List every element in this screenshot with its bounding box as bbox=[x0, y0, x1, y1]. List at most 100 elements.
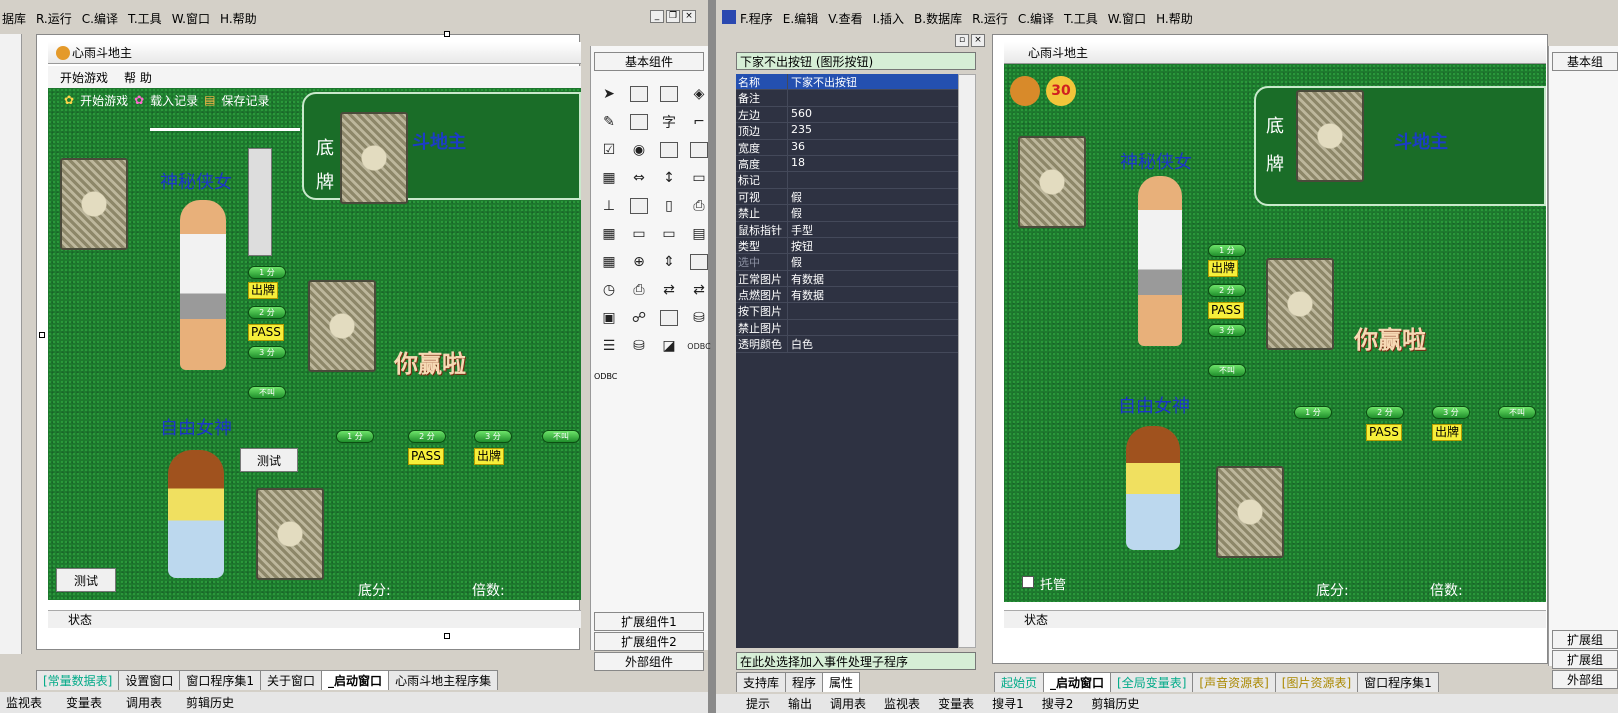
right-bid-3[interactable]: 3 分 bbox=[474, 430, 512, 443]
property-value[interactable]: 假 bbox=[788, 205, 958, 220]
menu-help-r[interactable]: H.帮助 bbox=[1156, 10, 1193, 27]
link-icon[interactable]: ☍ bbox=[624, 304, 654, 332]
close-icon[interactable]: × bbox=[682, 10, 696, 23]
bar-icon[interactable]: ▭ bbox=[684, 164, 714, 192]
printer-icon[interactable]: ⎙ bbox=[684, 192, 714, 220]
file-icon[interactable]: ▤ bbox=[684, 220, 714, 248]
menu-tools[interactable]: T.工具 bbox=[128, 10, 162, 27]
transfer-icon[interactable]: ⇄ bbox=[654, 276, 684, 304]
sync-icon[interactable]: ⇄ bbox=[684, 276, 714, 304]
top-no-call[interactable]: 不叫 bbox=[248, 386, 286, 399]
property-value[interactable] bbox=[788, 90, 958, 105]
property-row[interactable]: 禁止假 bbox=[736, 205, 958, 222]
listbox-icon[interactable] bbox=[684, 136, 714, 164]
property-value[interactable]: 手型 bbox=[788, 222, 958, 237]
tab-global-vars[interactable]: [全局变量表] bbox=[1110, 672, 1194, 692]
picture-icon[interactable] bbox=[654, 80, 684, 108]
rt-right-bid-2[interactable]: 2 分 bbox=[1366, 406, 1404, 419]
menu-edit[interactable]: E.编辑 bbox=[783, 10, 818, 27]
watch-tab[interactable]: 监视表 bbox=[6, 694, 42, 711]
rt-right-pass[interactable]: PASS bbox=[1366, 424, 1402, 441]
menu-insert[interactable]: I.插入 bbox=[873, 10, 904, 27]
resize-handle-top[interactable] bbox=[444, 31, 450, 37]
rt-right-play[interactable]: 出牌 bbox=[1432, 424, 1463, 441]
frame-icon[interactable] bbox=[624, 108, 654, 136]
external-components-tab[interactable]: 外部组件 bbox=[594, 652, 704, 671]
property-row[interactable]: 宽度 36 bbox=[736, 139, 958, 156]
rt-play[interactable]: 出牌 bbox=[1208, 260, 1239, 277]
calls-tab[interactable]: 调用表 bbox=[126, 694, 162, 711]
search1-tab[interactable]: 搜寻1 bbox=[992, 695, 1024, 712]
monitor-icon[interactable]: ▣ bbox=[594, 304, 624, 332]
tab-startup-window[interactable]: _启动窗口 bbox=[321, 670, 390, 690]
property-row[interactable]: 高度 18 bbox=[736, 155, 958, 173]
pin-icon[interactable]: ▫ bbox=[955, 34, 969, 47]
top-pass-button[interactable]: PASS bbox=[248, 324, 284, 341]
property-value[interactable] bbox=[788, 303, 958, 318]
property-value[interactable]: 下家不出按钮 bbox=[788, 74, 958, 89]
label-icon[interactable] bbox=[624, 80, 654, 108]
group-icon[interactable] bbox=[654, 136, 684, 164]
property-row[interactable]: 左边 560 bbox=[736, 106, 958, 124]
rt-right-bid-1[interactable]: 1 分 bbox=[1294, 406, 1332, 419]
right-ext1-tab[interactable]: 扩展组 bbox=[1552, 630, 1618, 649]
property-value[interactable] bbox=[788, 320, 958, 335]
tab-properties[interactable]: 属性 bbox=[822, 672, 861, 692]
menu-database[interactable]: 据库 bbox=[2, 10, 26, 27]
odbc-icon[interactable]: ODBC bbox=[684, 332, 714, 360]
date-icon[interactable] bbox=[624, 192, 654, 220]
menu-form-help[interactable]: 帮 助 bbox=[124, 69, 152, 86]
test-button-1[interactable]: 测试 bbox=[240, 448, 298, 472]
line-icon[interactable]: ⌐ bbox=[684, 108, 714, 136]
calendar-icon[interactable]: ▦ bbox=[594, 220, 624, 248]
tab-about-window[interactable]: 关于窗口 bbox=[260, 670, 323, 690]
checkbox-icon[interactable]: ☑ bbox=[594, 136, 624, 164]
window-icon[interactable] bbox=[684, 248, 714, 276]
text-icon[interactable]: 字 bbox=[654, 108, 684, 136]
menu-window[interactable]: W.窗口 bbox=[172, 10, 210, 27]
rt-no-call[interactable]: 不叫 bbox=[1208, 364, 1246, 377]
resize-handle-bottom[interactable] bbox=[444, 633, 450, 639]
output-tab[interactable]: 输出 bbox=[788, 695, 812, 712]
tab-start-page[interactable]: 起始页 bbox=[994, 672, 1045, 692]
rt-bid-2[interactable]: 2 分 bbox=[1208, 284, 1246, 297]
menu-help[interactable]: H.帮助 bbox=[220, 10, 257, 27]
close-panel-icon[interactable]: × bbox=[971, 34, 985, 47]
property-row[interactable]: 选中假 bbox=[736, 254, 958, 271]
shape-icon[interactable]: ◈ bbox=[684, 80, 714, 108]
tab-window-assembly[interactable]: 窗口程序集1 bbox=[179, 670, 262, 690]
event-selector[interactable]: 在此处选择加入事件处理子程序 bbox=[736, 652, 976, 670]
menu-run-r[interactable]: R.运行 bbox=[972, 10, 1008, 27]
trustee-checkbox[interactable] bbox=[1022, 576, 1034, 588]
property-row[interactable]: 禁止图片 bbox=[736, 319, 958, 337]
ext-components-2-tab[interactable]: 扩展组件2 bbox=[594, 632, 704, 651]
object-selector[interactable]: 下家不出按钮 (图形按钮) bbox=[736, 52, 976, 70]
calls-tab-r[interactable]: 调用表 bbox=[830, 695, 866, 712]
print-icon[interactable]: ⎙ bbox=[624, 276, 654, 304]
ext-components-1-tab[interactable]: 扩展组件1 bbox=[594, 612, 704, 631]
property-row[interactable]: 备注 bbox=[736, 90, 958, 107]
property-row[interactable]: 名称 下家不出按钮 bbox=[736, 74, 958, 91]
search2-tab[interactable]: 搜寻2 bbox=[1042, 695, 1074, 712]
right-bid-2[interactable]: 2 分 bbox=[408, 430, 446, 443]
top-bid-1[interactable]: 1 分 bbox=[248, 266, 286, 279]
right-external-tab[interactable]: 外部组 bbox=[1552, 670, 1618, 689]
pointer-icon[interactable]: ➤ bbox=[594, 80, 624, 108]
radio-icon[interactable]: ◉ bbox=[624, 136, 654, 164]
property-value[interactable]: 36 bbox=[788, 140, 958, 155]
restore-icon[interactable]: ❐ bbox=[666, 10, 680, 23]
property-row[interactable]: 可视假 bbox=[736, 188, 958, 206]
hint-tab[interactable]: 提示 bbox=[746, 695, 770, 712]
property-row[interactable]: 透明颜色 白色 bbox=[736, 336, 958, 353]
property-scrollbar[interactable] bbox=[958, 74, 976, 648]
right-ext2-tab[interactable]: 扩展组 bbox=[1552, 650, 1618, 669]
dir-icon[interactable]: ▭ bbox=[654, 220, 684, 248]
tab-constants[interactable]: [常量数据表] bbox=[36, 670, 120, 690]
property-value[interactable]: 假 bbox=[788, 189, 958, 204]
property-value[interactable]: 有数据 bbox=[788, 271, 958, 286]
vars-tab[interactable]: 变量表 bbox=[66, 694, 102, 711]
clock-icon[interactable]: ◷ bbox=[594, 276, 624, 304]
property-value[interactable]: 白色 bbox=[788, 336, 958, 351]
property-value[interactable]: 假 bbox=[788, 254, 958, 269]
watch-tab-r[interactable]: 监视表 bbox=[884, 695, 920, 712]
